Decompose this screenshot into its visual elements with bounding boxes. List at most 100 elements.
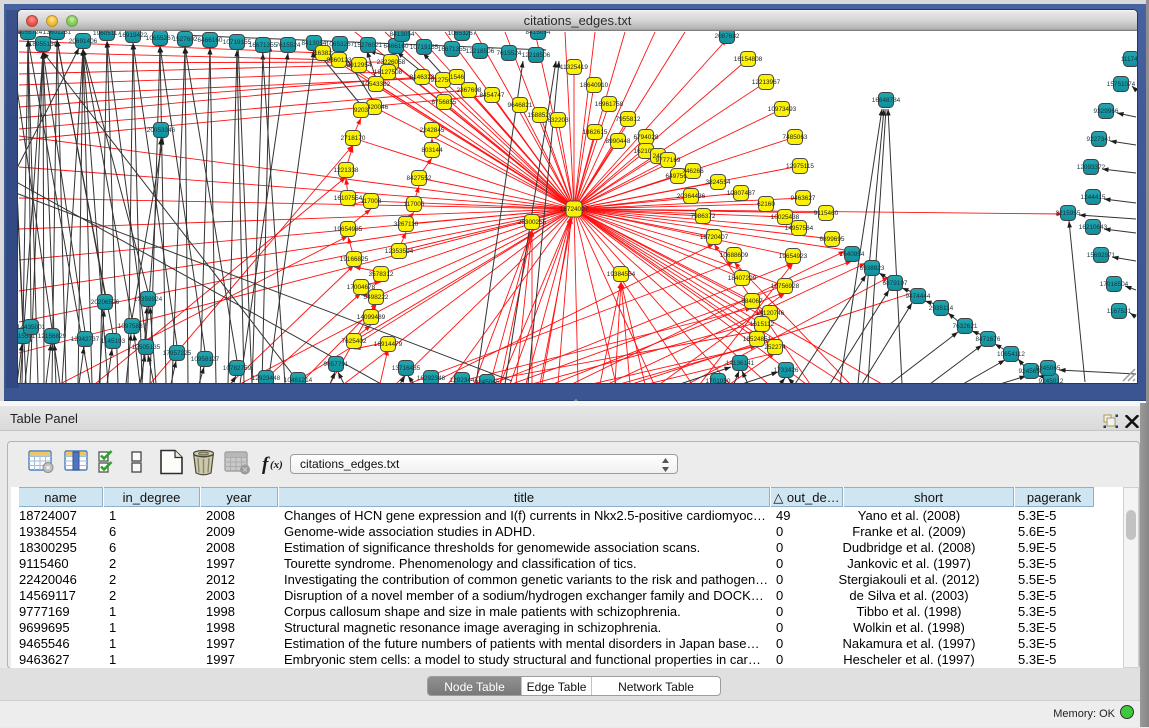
svg-text:12942737: 12942737	[71, 336, 100, 343]
svg-text:9646821: 9646821	[508, 102, 533, 109]
svg-text:6794028: 6794028	[634, 134, 659, 141]
svg-text:62160: 62160	[757, 201, 775, 208]
svg-text:15276021: 15276021	[354, 42, 383, 49]
svg-text:1733426: 1733426	[774, 367, 799, 374]
svg-text:12353594: 12353594	[385, 248, 414, 255]
svg-text:8427552: 8427552	[407, 175, 432, 182]
svg-text:117008: 117008	[361, 198, 382, 205]
svg-text:9115460: 9115460	[814, 210, 839, 217]
svg-text:984067: 984067	[741, 298, 763, 305]
svg-text:9474444: 9474444	[906, 293, 931, 300]
svg-text:2367608: 2367608	[457, 87, 482, 94]
svg-text:6879197: 6879197	[883, 280, 908, 287]
svg-text:20206526: 20206526	[91, 299, 120, 306]
svg-text:14136141: 14136141	[726, 360, 755, 367]
svg-text:16919422: 16919422	[119, 32, 148, 39]
svg-text:111745: 111745	[1121, 56, 1137, 63]
svg-text:117006: 117006	[404, 201, 425, 208]
svg-text:5498222: 5498222	[364, 294, 389, 301]
svg-text:16154808: 16154808	[734, 56, 763, 63]
svg-text:15692971: 15692971	[1087, 252, 1116, 259]
svg-text:10655267: 10655267	[146, 35, 175, 42]
svg-text:13601251: 13601251	[43, 31, 72, 36]
svg-text:10719155: 10719155	[410, 44, 439, 51]
svg-text:9329966: 9329966	[1094, 108, 1119, 115]
svg-text:10958127: 10958127	[191, 356, 220, 363]
svg-text:10975887: 10975887	[118, 323, 147, 330]
svg-text:7615524: 7615524	[276, 42, 301, 49]
svg-text:20053346: 20053346	[147, 127, 176, 134]
svg-text:12505135: 12505135	[132, 344, 161, 351]
svg-text:14099489: 14099489	[357, 314, 386, 321]
svg-text:18724007: 18724007	[560, 206, 589, 213]
svg-text:10461214: 10461214	[284, 377, 313, 384]
svg-text:9245065: 9245065	[475, 379, 500, 384]
svg-text:12218506: 12218506	[466, 48, 495, 55]
svg-text:14055724: 14055724	[18, 31, 43, 36]
svg-text:10973493: 10973493	[768, 106, 797, 113]
svg-text:9203: 9203	[354, 107, 369, 114]
svg-text:16292348: 16292348	[417, 375, 446, 382]
svg-text:19756928: 19756928	[771, 283, 800, 290]
svg-text:3215955: 3215955	[1056, 210, 1081, 217]
svg-text:9245065: 9245065	[1036, 365, 1061, 372]
svg-text:632203: 632203	[547, 117, 569, 124]
svg-text:1701050: 1701050	[706, 378, 731, 384]
svg-text:7955812: 7955812	[616, 116, 641, 123]
svg-text:12156829: 12156829	[38, 333, 67, 340]
svg-text:1362615: 1362615	[583, 129, 608, 136]
svg-text:7615524: 7615524	[497, 50, 522, 57]
svg-text:14957564: 14957564	[785, 225, 814, 232]
svg-text:2718170: 2718170	[341, 135, 366, 142]
svg-text:1546: 1546	[450, 74, 465, 81]
svg-text:1221338: 1221338	[334, 167, 359, 174]
svg-text:6899695: 6899695	[820, 236, 845, 243]
svg-text:803144: 803144	[421, 147, 443, 154]
svg-text:11325419: 11325419	[560, 64, 588, 71]
svg-text:1292344: 1292344	[450, 377, 475, 384]
svg-text:8413054: 8413054	[390, 31, 415, 38]
svg-text:15720407: 15720407	[700, 234, 729, 241]
svg-text:12975115: 12975115	[786, 163, 814, 170]
svg-text:8912954: 8912954	[347, 62, 372, 69]
svg-text:13716485: 13716485	[392, 365, 421, 372]
svg-text:3824554: 3824554	[706, 179, 731, 186]
svg-text:7632621: 7632621	[953, 323, 978, 330]
svg-text:12213967: 12213967	[752, 79, 781, 86]
svg-text:7485063: 7485063	[783, 134, 808, 141]
svg-text:16210643: 16210643	[1079, 224, 1108, 231]
svg-text:(x): (x)	[270, 459, 283, 471]
svg-text:17359924: 17359924	[134, 296, 163, 303]
svg-text:9227341: 9227341	[1087, 136, 1112, 143]
svg-text:6466160: 6466160	[198, 37, 223, 44]
svg-text:8415054: 8415054	[526, 31, 551, 36]
svg-text:8990448: 8990448	[606, 138, 631, 145]
svg-text:10688609: 10688609	[720, 252, 749, 259]
svg-text:18127508: 18127508	[374, 69, 403, 76]
svg-text:14435001: 14435001	[18, 324, 46, 331]
svg-text:746266: 746266	[682, 168, 704, 175]
svg-text:10719155: 10719155	[223, 39, 252, 46]
svg-text:18055130: 18055130	[29, 41, 58, 48]
svg-text:9245012: 9245012	[1039, 378, 1064, 384]
svg-text:10807487: 10807487	[727, 190, 756, 197]
svg-text:25300255: 25300255	[518, 219, 547, 226]
svg-text:252274: 252274	[764, 344, 786, 351]
svg-text:10653267: 10653267	[448, 31, 477, 37]
svg-text:6938923: 6938923	[860, 265, 885, 272]
svg-text:16107554: 16107554	[334, 195, 363, 202]
svg-text:2087682: 2087682	[715, 33, 740, 40]
svg-text:8471676: 8471676	[976, 336, 1001, 343]
svg-text:18640910: 18640910	[580, 82, 609, 89]
svg-text:1145193: 1145193	[101, 338, 126, 345]
svg-text:9657791: 9657791	[324, 361, 349, 368]
svg-text:f: f	[262, 454, 270, 475]
svg-text:6756855: 6756855	[432, 99, 457, 106]
svg-text:8454747: 8454747	[480, 92, 505, 99]
svg-text:9777169: 9777169	[656, 157, 681, 164]
svg-text:15751074: 15751074	[1107, 81, 1136, 88]
svg-text:12923448: 12923448	[252, 375, 281, 382]
svg-text:20364436: 20364436	[677, 193, 706, 200]
svg-text:10543382: 10543382	[362, 81, 391, 88]
svg-text:1167531: 1167531	[1107, 308, 1132, 315]
